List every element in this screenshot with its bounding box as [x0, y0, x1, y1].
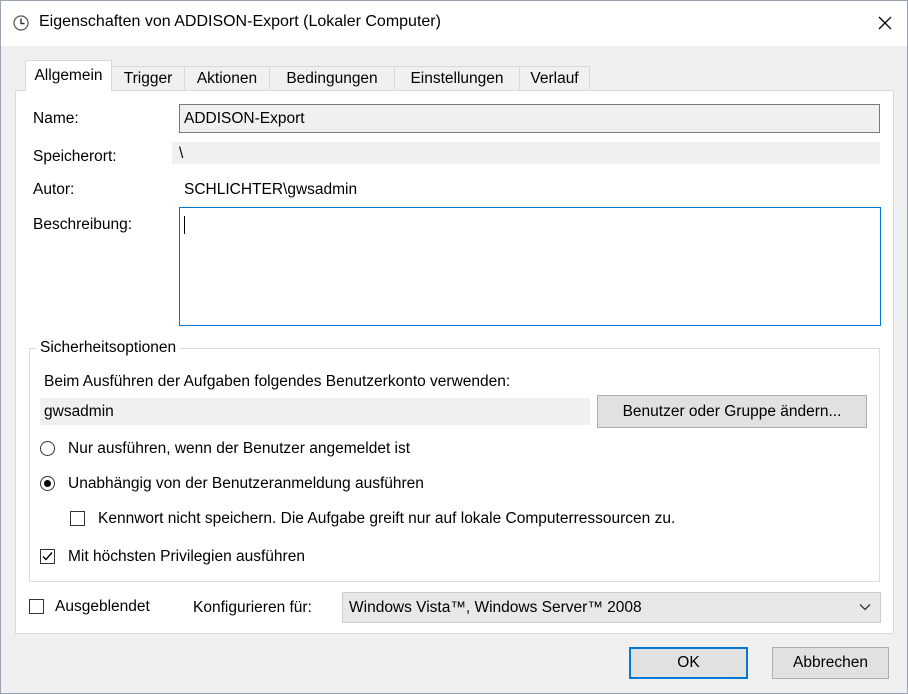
checkbox-highest-privileges[interactable]: Mit höchsten Privilegien ausführen [40, 547, 370, 567]
radio-button[interactable] [40, 441, 55, 456]
radio-independent-of-logon[interactable]: Unabhängig von der Benutzeranmeldung aus… [40, 474, 490, 494]
close-icon [878, 16, 892, 30]
tab-label: Aktionen [196, 70, 258, 87]
checkbox[interactable] [29, 599, 44, 614]
chevron-down-icon[interactable] [858, 600, 872, 614]
tab-allgemein[interactable]: Allgemein [25, 60, 112, 91]
radio-selected-dot [44, 480, 51, 487]
hidden-label: Ausgeblendet [55, 598, 150, 615]
cancel-button-label: Abbrechen [793, 654, 868, 671]
user-account-field: gwsadmin [40, 398, 590, 425]
configure-for-label: Konfigurieren für: [193, 599, 312, 616]
tab-verlauf[interactable]: Verlauf [519, 66, 590, 91]
tab-label: Allgemein [34, 67, 103, 84]
cancel-button[interactable]: Abbrechen [772, 647, 889, 679]
location-label: Speicherort: [33, 148, 117, 165]
tab-label: Einstellungen [410, 70, 504, 87]
checkmark-icon [42, 552, 53, 561]
radio-logged-on-only[interactable]: Nur ausführen, wenn der Benutzer angemel… [40, 439, 470, 459]
checkbox-do-not-store-password[interactable]: Kennwort nicht speichern. Die Aufgabe gr… [70, 509, 770, 529]
ok-button[interactable]: OK [629, 647, 748, 679]
tab-label: Verlauf [530, 70, 579, 87]
change-user-button-label: Benutzer oder Gruppe ändern... [622, 402, 842, 420]
radio-independent-label: Unabhängig von der Benutzeranmeldung aus… [68, 475, 424, 492]
account-prompt: Beim Ausführen der Aufgaben folgendes Be… [44, 373, 511, 390]
tab-trigger[interactable]: Trigger [111, 66, 185, 91]
no-store-password-label: Kennwort nicht speichern. Die Aufgabe gr… [98, 510, 676, 527]
radio-button-selected[interactable] [40, 476, 55, 491]
text-caret [184, 216, 185, 234]
name-field[interactable]: ADDISON-Export [179, 104, 880, 133]
description-textarea[interactable] [179, 207, 881, 326]
window-title: Eigenschaften von ADDISON-Export (Lokale… [39, 13, 441, 30]
author-value: SCHLICHTER\gwsadmin [184, 181, 358, 198]
checkbox-checked[interactable] [40, 549, 55, 564]
checkbox-hidden[interactable]: Ausgeblendet [29, 597, 179, 617]
change-user-button[interactable]: Benutzer oder Gruppe ändern... [597, 395, 867, 428]
title-bar[interactable]: Eigenschaften von ADDISON-Export (Lokale… [1, 1, 907, 46]
author-label: Autor: [33, 181, 75, 198]
radio-logged-on-only-label: Nur ausführen, wenn der Benutzer angemel… [68, 440, 411, 457]
security-options-legend: Sicherheitsoptionen [37, 339, 180, 357]
configure-for-value: Windows Vista™, Windows Server™ 2008 [349, 598, 642, 616]
tab-bedingungen[interactable]: Bedingungen [269, 66, 395, 91]
tab-label: Trigger [123, 70, 173, 87]
name-label: Name: [33, 110, 79, 127]
clock-icon [13, 15, 29, 31]
configure-for-dropdown[interactable]: Windows Vista™, Windows Server™ 2008 [342, 592, 881, 623]
highest-privileges-label: Mit höchsten Privilegien ausführen [68, 548, 305, 565]
ok-button-label: OK [677, 654, 700, 671]
close-button[interactable] [863, 3, 907, 43]
tab-aktionen[interactable]: Aktionen [184, 66, 270, 91]
description-label: Beschreibung: [33, 216, 133, 233]
tab-einstellungen[interactable]: Einstellungen [394, 66, 520, 91]
location-field: \ [172, 142, 880, 164]
location-value: \ [179, 145, 184, 162]
checkbox[interactable] [70, 511, 85, 526]
tab-label: Bedingungen [286, 70, 378, 87]
